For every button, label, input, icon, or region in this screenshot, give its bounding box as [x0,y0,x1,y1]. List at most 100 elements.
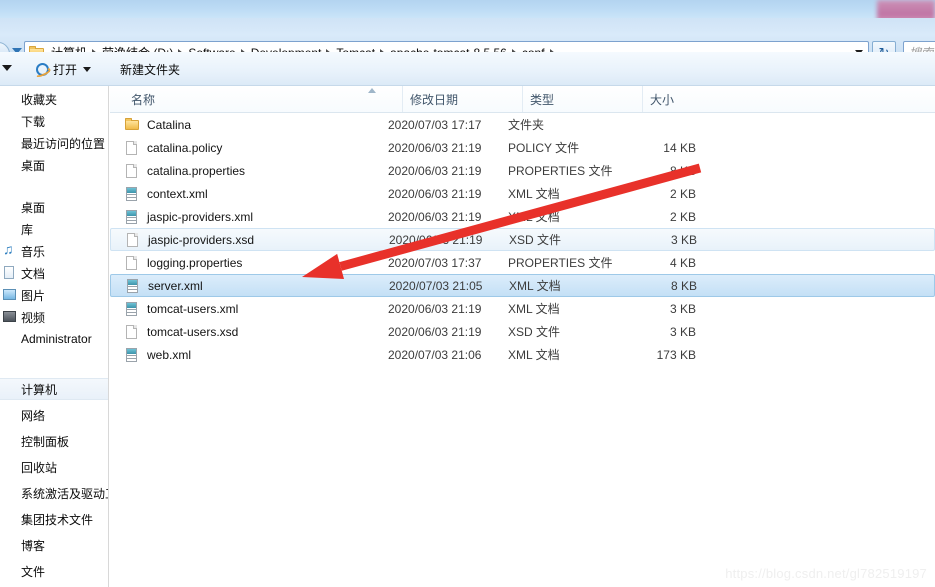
column-header-label: 大小 [650,91,674,108]
file-explorer-window: 计算机劳逸结合 (D:)SoftwareDevelopmentTomcatapa… [0,0,935,587]
table-row[interactable]: server.xml 2020/07/03 21:05XML 文档8 KB [110,274,935,297]
toolbar-overflow-icon[interactable] [2,65,12,71]
file-name-cell[interactable]: tomcat-users.xml [124,301,386,317]
table-row[interactable]: catalina.policy2020/06/03 21:19POLICY 文件… [110,136,935,159]
file-list-pane[interactable]: 名称修改日期类型大小 Catalina2020/07/03 17:17文件夹ca… [110,86,935,587]
file-date-cell: 2020/06/03 21:19 [389,233,507,247]
file-name-cell[interactable]: jaspic-providers.xml [124,209,386,225]
sidebar-item-label: 桌面 [21,199,45,216]
file-name-cell[interactable]: server.xml [125,278,387,294]
file-type-cell: XML 文档 [508,185,626,202]
table-row[interactable]: web.xml2020/07/03 21:06XML 文档173 KB [110,343,935,366]
sidebar-item[interactable]: 集团技术文件 [0,508,108,530]
sidebar-item[interactable]: 文档 [0,262,108,284]
file-date-cell: 2020/06/03 21:19 [388,325,506,339]
sidebar-item-label: 下载 [21,113,45,130]
file-size-cell: 3 KB [626,302,696,316]
recycle-bin-icon [2,459,18,475]
file-date-cell: 2020/06/03 21:19 [388,141,506,155]
sidebar-item[interactable]: 计算机 [0,378,108,400]
file-name-label: context.xml [147,187,208,201]
file-type-cell: XML 文档 [509,277,627,294]
music-icon [2,243,18,259]
file-icon [124,140,140,156]
control-panel-icon [2,433,18,449]
sidebar-item-label: Administrator [21,332,92,346]
file-size-cell: 173 KB [626,348,696,362]
table-row[interactable]: jaspic-providers.xml2020/06/03 21:19XML … [110,205,935,228]
file-name-cell[interactable]: Catalina [124,117,386,133]
column-header-size[interactable]: 大小 [642,86,722,112]
column-header-type[interactable]: 类型 [522,86,642,112]
file-name-cell[interactable]: web.xml [124,347,386,363]
file-name-cell[interactable]: tomcat-users.xsd [124,324,386,340]
table-row[interactable]: catalina.properties2020/06/03 21:19PROPE… [110,159,935,182]
table-row[interactable]: tomcat-users.xml2020/06/03 21:19XML 文档3 … [110,297,935,320]
sidebar-item-label: 音乐 [21,243,45,260]
file-date-cell: 2020/07/03 17:37 [388,256,506,270]
sidebar-item-label: 库 [21,221,33,238]
file-size-cell: 8 KB [627,279,697,293]
file-name-label: tomcat-users.xsd [147,325,238,339]
xml-lines-icon [128,286,137,292]
xml-lines-icon [127,217,136,223]
open-button-label: 打开 [53,61,77,78]
xml-file-icon [124,301,140,317]
new-folder-button[interactable]: 新建文件夹 [120,57,180,81]
file-date-cell: 2020/06/03 21:19 [388,302,506,316]
sidebar-item[interactable]: 音乐 [0,240,108,262]
file-name-cell[interactable]: jaspic-providers.xsd [125,232,387,248]
file-name-cell[interactable]: catalina.policy [124,140,386,156]
sidebar-item-label: 文档 [21,265,45,282]
navigation-pane[interactable]: 收藏夹下载最近访问的位置桌面桌面库音乐文档图片视频Administrator计算… [0,86,109,587]
file-name-cell[interactable]: logging.properties [124,255,386,271]
sidebar-item[interactable]: 最近访问的位置 [0,132,108,154]
table-row[interactable]: logging.properties2020/07/03 17:37PROPER… [110,251,935,274]
watermark: https://blog.csdn.net/gl782519197 [725,566,927,581]
column-header-name[interactable]: 名称 [124,86,402,112]
sidebar-item[interactable]: 控制面板 [0,430,108,452]
file-name-cell[interactable]: catalina.properties [124,163,386,179]
sidebar-item[interactable]: 网络 [0,404,108,426]
sidebar-item[interactable]: 文件 [0,560,108,582]
open-button[interactable]: 打开 [34,57,91,81]
file-date-cell: 2020/07/03 21:06 [388,348,506,362]
table-row[interactable]: tomcat-users.xsd2020/06/03 21:19XSD 文件3 … [110,320,935,343]
sidebar-item[interactable]: 系统激活及驱动工具 [0,482,108,504]
sidebar-item[interactable]: 图片 [0,284,108,306]
table-row[interactable]: context.xml2020/06/03 21:19XML 文档2 KB [110,182,935,205]
xml-lines-icon [127,194,136,200]
file-date-cell: 2020/07/03 21:05 [389,279,507,293]
recent-icon [2,135,18,151]
sidebar-item[interactable]: 桌面 [0,154,108,176]
sidebar-item[interactable]: Administrator [0,328,108,350]
column-header-date[interactable]: 修改日期 [402,86,522,112]
sidebar-item[interactable]: 库 [0,218,108,240]
sidebar-item-label: 系统激活及驱动工具 [21,485,109,502]
file-type-cell: XML 文档 [508,300,626,317]
file-date-cell: 2020/06/03 21:19 [388,187,506,201]
table-row[interactable]: Catalina2020/07/03 17:17文件夹 [110,113,935,136]
chevron-down-icon[interactable] [83,67,91,72]
column-header-row[interactable]: 名称修改日期 类型大小 [110,86,935,113]
file-size-cell: 14 KB [626,141,696,155]
sidebar-item[interactable]: 博客 [0,534,108,556]
file-type-cell: XSD 文件 [509,231,627,248]
xml-file-icon [124,347,140,363]
column-header-label: 修改日期 [410,91,458,108]
file-name-label: catalina.properties [147,164,245,178]
sidebar-item-label: 视频 [21,309,45,326]
file-name-label: server.xml [148,279,203,293]
sidebar-item[interactable]: 下载 [0,110,108,132]
sidebar-item[interactable]: 收藏夹 [0,88,108,110]
table-row[interactable]: jaspic-providers.xsd2020/06/03 21:19XSD … [110,228,935,251]
sidebar-item[interactable]: 桌面 [0,196,108,218]
sidebar-item[interactable]: 视频 [0,306,108,328]
file-icon [124,255,140,271]
video-icon [2,309,18,325]
file-name-cell[interactable]: context.xml [124,186,386,202]
sidebar-item[interactable]: 回收站 [0,456,108,478]
file-date-cell: 2020/06/03 21:19 [388,164,506,178]
new-folder-label: 新建文件夹 [120,61,180,78]
file-list[interactable]: Catalina2020/07/03 17:17文件夹catalina.poli… [110,113,935,366]
